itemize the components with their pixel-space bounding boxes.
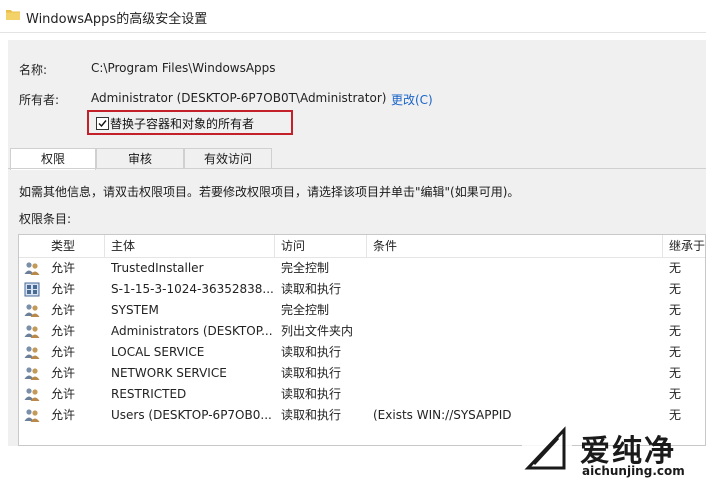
cell-principal: RESTRICTED [111, 387, 187, 401]
table-row[interactable]: 允许 RESTRICTED 读取和执行 无 [19, 384, 705, 405]
cell-condition [373, 321, 661, 342]
cell-principal: S-1-15-3-1024-36352838... [111, 282, 273, 296]
cell-inherited: 无 [669, 282, 682, 296]
owner-value: Administrator (DESKTOP-6P7OB0T\Administr… [91, 91, 387, 105]
table-row[interactable]: 允许 S-1-15-3-1024-36352838... 读取和执行 无 [19, 279, 705, 300]
window-title: WindowsApps的高级安全设置 [26, 12, 208, 27]
cell-condition [373, 279, 661, 300]
cell-condition [373, 363, 661, 384]
replace-owner-highlight: 替换子容器和对象的所有者 [87, 110, 293, 135]
checkmark-icon [98, 120, 107, 128]
cell-condition [373, 300, 661, 321]
tab-permissions[interactable]: 权限 [10, 148, 96, 170]
permission-entries-label: 权限条目: [19, 212, 72, 226]
security-settings-panel: 名称: C:\Program Files\WindowsApps 所有者: Ad… [8, 40, 706, 478]
tab-divider [8, 168, 706, 169]
owner-label: 所有者: [19, 93, 60, 107]
cell-access: 读取和执行 [281, 345, 342, 359]
cell-type: 允许 [51, 282, 76, 296]
cell-condition [373, 258, 661, 279]
column-access[interactable]: 访问 [275, 235, 367, 257]
name-label: 名称: [19, 63, 48, 77]
folder-icon [6, 10, 20, 20]
list-header: 类型 主体 访问 条件 继承于 [19, 235, 705, 258]
cell-principal: NETWORK SERVICE [111, 366, 227, 380]
cell-inherited: 无 [669, 345, 682, 359]
watermark-url: aichunjing.com [582, 464, 685, 478]
cell-access: 完全控制 [281, 303, 330, 317]
watermark-logo: 爱纯净 aichunjing.com [520, 420, 706, 486]
cell-principal: Administrators (DESKTOP... [111, 324, 273, 338]
cell-access: 读取和执行 [281, 282, 342, 296]
tab-strip: 权限 审核 有效访问 [8, 148, 706, 170]
cell-inherited: 无 [669, 261, 682, 275]
tab-auditing[interactable]: 审核 [96, 148, 184, 168]
cell-type: 允许 [51, 261, 76, 275]
column-type[interactable]: 类型 [45, 235, 105, 257]
cell-type: 允许 [51, 324, 76, 338]
title-bar: WindowsApps的高级安全设置 [0, 0, 706, 33]
cell-inherited: 无 [669, 324, 682, 338]
cell-principal: Users (DESKTOP-6P7OB0... [111, 408, 272, 422]
cell-access: 读取和执行 [281, 366, 342, 380]
table-row[interactable]: 允许 LOCAL SERVICE 读取和执行 无 [19, 342, 705, 363]
cell-inherited: 无 [669, 366, 682, 380]
cell-type: 允许 [51, 366, 76, 380]
table-row[interactable]: 允许 SYSTEM 完全控制 无 [19, 300, 705, 321]
replace-owner-checkbox[interactable] [96, 117, 109, 130]
cell-inherited: 无 [669, 303, 682, 317]
cell-access: 完全控制 [281, 261, 330, 275]
cell-access: 列出文件夹内 [281, 324, 354, 338]
column-condition[interactable]: 条件 [367, 235, 663, 257]
column-principal[interactable]: 主体 [105, 235, 275, 257]
cell-principal: SYSTEM [111, 303, 159, 317]
cell-access: 读取和执行 [281, 387, 342, 401]
table-row[interactable]: 允许 Administrators (DESKTOP... 列出文件夹内 无 [19, 321, 705, 342]
cell-inherited: 无 [669, 387, 682, 401]
table-row[interactable]: 允许 TrustedInstaller 完全控制 无 [19, 258, 705, 279]
cell-type: 允许 [51, 345, 76, 359]
cell-access: 读取和执行 [281, 408, 342, 422]
name-value: C:\Program Files\WindowsApps [91, 61, 276, 75]
column-inherited[interactable]: 继承于 [663, 235, 705, 257]
tab-effective-access[interactable]: 有效访问 [184, 148, 272, 168]
permission-entries-list[interactable]: 类型 主体 访问 条件 继承于 允许 TrustedInstaller 完全控制无允… [18, 234, 706, 446]
cell-principal: TrustedInstaller [111, 261, 204, 275]
table-row[interactable]: 允许 NETWORK SERVICE 读取和执行 无 [19, 363, 705, 384]
cell-condition [373, 384, 661, 405]
replace-owner-label[interactable]: 替换子容器和对象的所有者 [110, 115, 254, 132]
cell-type: 允许 [51, 387, 76, 401]
cell-type: 允许 [51, 303, 76, 317]
info-text: 如需其他信息，请双击权限项目。若要修改权限项目，请选择该项目并单击"编辑"(如果… [19, 185, 520, 199]
cell-principal: LOCAL SERVICE [111, 345, 205, 359]
cell-type: 允许 [51, 408, 76, 422]
cell-condition [373, 342, 661, 363]
change-owner-link[interactable]: 更改(C) [391, 91, 433, 108]
